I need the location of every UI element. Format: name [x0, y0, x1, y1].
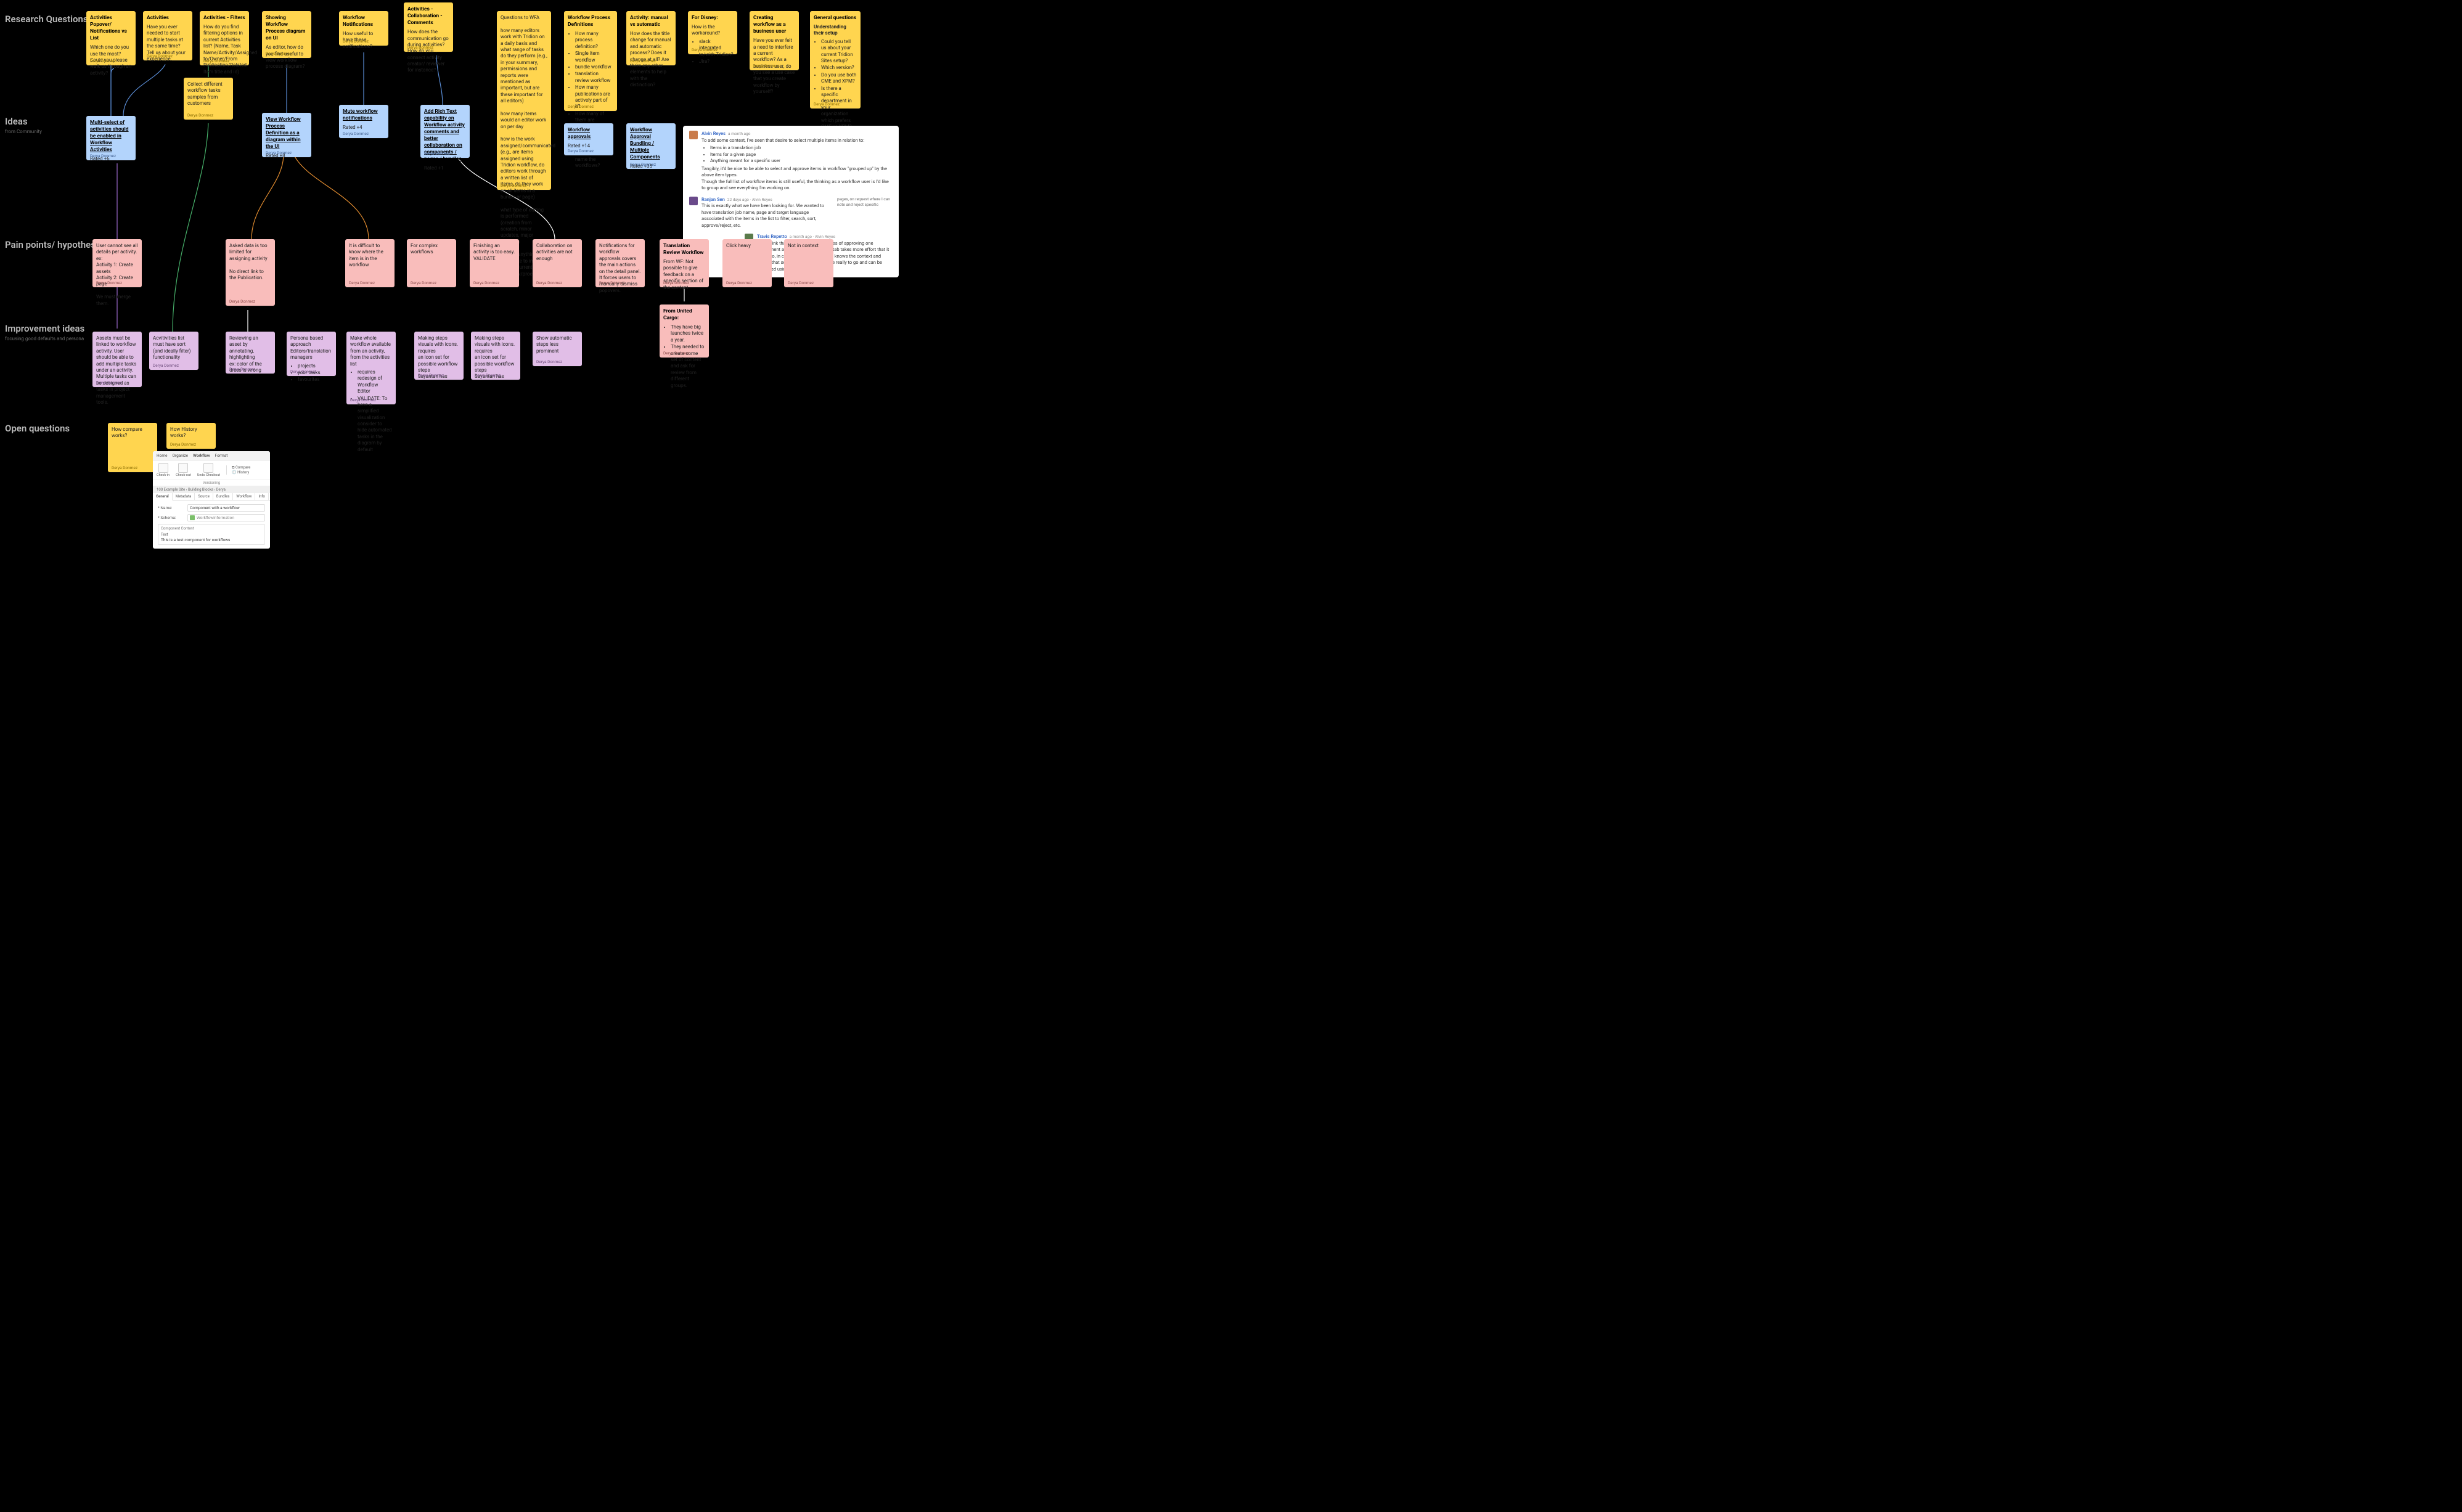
tab-info[interactable]: Info: [255, 493, 268, 500]
row-label-improve: Improvement ideas focusing good defaults…: [5, 323, 84, 341]
note-imp-step-icons-a[interactable]: Making steps visuals with icons. require…: [414, 332, 464, 380]
name-label: * Name:: [158, 505, 187, 510]
note-pain-click-heavy[interactable]: Click heavyDerya Donmez: [722, 239, 772, 287]
diagram-canvas[interactable]: Research Questions Ideas from Community …: [0, 0, 863, 536]
note-pain-complex[interactable]: For complex workflowsDerya Donmez: [407, 239, 456, 287]
note-idea-approvals[interactable]: Workflow approvalsRated +14Derya Donmez: [564, 123, 613, 155]
tab-bundles[interactable]: Bundles: [213, 493, 233, 500]
row-label-pain: Pain points/ hypothesis: [5, 239, 103, 250]
note-rq-general[interactable]: General questionsUnderstanding their set…: [810, 11, 861, 108]
tab-workflow[interactable]: Workflow: [233, 493, 255, 500]
history-button[interactable]: 🕘 History: [232, 470, 250, 475]
tab-general[interactable]: General: [153, 493, 173, 501]
note-rq-process-diagram[interactable]: Showing Workflow Process diagram on UIAs…: [262, 11, 311, 58]
checkout-icon: [178, 463, 188, 473]
note-imp-persona[interactable]: Persona based approach Editors/translati…: [287, 332, 336, 376]
text-label: Text: [161, 533, 262, 537]
note-pain-notifications[interactable]: Notifications for workflow approvals cov…: [595, 239, 645, 287]
row-label-research: Research Questions: [5, 14, 88, 25]
note-imp-step-icons-b[interactable]: Making steps visuals with icons. require…: [471, 332, 520, 380]
note-imp-annotate[interactable]: Reviewing an asset by annotating, highli…: [226, 332, 275, 374]
ribbon-group-label: Versioning: [153, 480, 270, 486]
note-rq-wfa-questions[interactable]: Questions to WFA how many editors work w…: [497, 11, 551, 190]
tab-metadata[interactable]: Metadata: [173, 493, 195, 500]
tridion-screenshot: HomeOrganizeWorkflowFormat Check-in Chec…: [153, 451, 270, 549]
note-pain-not-in-context[interactable]: Not in contextDerya Donmez: [784, 239, 833, 287]
checkin-button[interactable]: Check-in: [157, 463, 170, 477]
checkout-button[interactable]: Check-out: [176, 463, 191, 477]
note-pain-united-cargo[interactable]: From United Cargo:They have big launches…: [660, 304, 709, 358]
breadcrumb: 100 Example Site › Building Blocks › Der…: [153, 486, 270, 493]
note-rq-activities[interactable]: ActivitiesHave you ever needed to start …: [143, 11, 192, 60]
toolbar: Check-in Check-out Undo Checkout ⧉ Compa…: [153, 460, 270, 480]
note-imp-sort-filter[interactable]: Acvitivities list must have sort (and id…: [149, 332, 198, 370]
note-rq-notifications[interactable]: Workflow NotificationsHow useful to have…: [339, 11, 388, 46]
avatar: [689, 131, 698, 139]
note-rq-filters[interactable]: Activities - FiltersHow do you find filt…: [200, 11, 249, 65]
note-imp-whole-workflow[interactable]: Make whole workflow available from an ac…: [346, 332, 396, 404]
schema-icon: [190, 515, 195, 520]
note-open-compare[interactable]: How compare works?Derya Donmez: [108, 423, 157, 472]
note-rq-popover-vs-list[interactable]: Activities Popover/ Notifications vs Lis…: [86, 11, 136, 65]
note-pain-details[interactable]: User cannot see all details per activity…: [92, 239, 142, 287]
undo-checkout-button[interactable]: Undo Checkout: [197, 463, 220, 477]
note-rq-manual-vs-auto[interactable]: Activity: manual vs automaticHow does th…: [626, 11, 676, 65]
note-pain-finish-easy[interactable]: Finishing an activity is too easy. VALID…: [470, 239, 519, 287]
note-idea-multiselect[interactable]: Multi-select of activities should be ena…: [86, 116, 136, 160]
note-idea-view-diagram[interactable]: View Workflow Process Definition as a di…: [262, 113, 311, 157]
note-imp-assets-link[interactable]: Assets must be linked to workflow activi…: [92, 332, 142, 387]
note-open-history[interactable]: How History works?Derya Donmez: [166, 423, 216, 449]
note-pain-where-item[interactable]: It is difficult to know where the item i…: [345, 239, 395, 287]
comment-1: Alvin Reyesa month ago To add some conte…: [689, 131, 893, 192]
note-pain-limited-data[interactable]: Asked data is too limited for assigning …: [226, 239, 275, 306]
name-field[interactable]: Component with a workflow: [187, 504, 265, 512]
avatar: [689, 197, 698, 205]
note-rq-process-definitions[interactable]: Workflow Process Definitions How many pr…: [564, 11, 617, 111]
tab-source[interactable]: Source: [195, 493, 213, 500]
note-imp-auto-less-prominent[interactable]: Show automatic steps less prominentDerya…: [533, 332, 582, 366]
row-label-open: Open questions: [5, 423, 70, 434]
note-rq-collab-comments[interactable]: Activities - Collaboration - CommentsHow…: [404, 2, 453, 52]
content-tabs: General Metadata Source Bundles Workflow…: [153, 493, 270, 501]
text-field[interactable]: This is a test component for workflows: [161, 537, 262, 542]
schema-field[interactable]: WorkflowInformation: [187, 514, 265, 521]
section-heading: Component Content: [161, 526, 262, 531]
note-rq-disney[interactable]: For Disney:How is the workaround?slack i…: [688, 11, 737, 54]
note-collect-samples[interactable]: Collect different workflow tasks samples…: [184, 78, 233, 120]
note-rq-business-user[interactable]: Creating workflow as a business userHave…: [750, 11, 799, 70]
compare-button[interactable]: ⧉ Compare: [232, 465, 250, 470]
row-label-ideas: Ideas from Community: [5, 116, 42, 134]
note-idea-mute[interactable]: Mute workflow notificationsRated +4Derya…: [339, 105, 388, 138]
checkin-icon: [158, 463, 168, 473]
undo-icon: [203, 463, 213, 473]
schema-label: * Schema:: [158, 515, 187, 520]
note-idea-richtext[interactable]: Add Rich Text capability on Workflow act…: [420, 105, 470, 158]
comment-2: Ranjan Sen22 days ago · Alvin Reyes This…: [689, 197, 893, 229]
note-pain-collab[interactable]: Collaboration on activities are not enou…: [533, 239, 582, 287]
ribbon-tabs: HomeOrganizeWorkflowFormat: [153, 451, 270, 460]
note-pain-translation[interactable]: Translation Review WorkflowFrom WF: Not …: [660, 239, 709, 287]
note-idea-approval-bundling[interactable]: Workflow Approval Bundling / Multiple Co…: [626, 123, 676, 169]
